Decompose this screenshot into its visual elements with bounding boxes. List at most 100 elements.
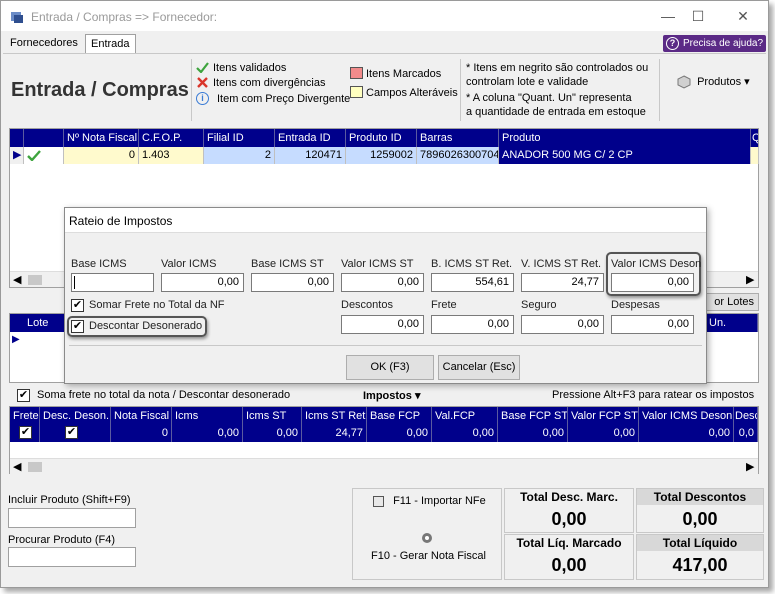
include-product-input[interactable] bbox=[8, 508, 136, 528]
cell-base-fcp[interactable]: 0,00 bbox=[367, 425, 432, 442]
import-nfe-button[interactable]: F11 - Importar NFe bbox=[373, 495, 486, 507]
help-button[interactable]: ? Precisa de ajuda? bbox=[663, 35, 766, 52]
descontos-input[interactable]: 0,00 bbox=[341, 315, 424, 334]
cell-icms-st-ret[interactable]: 24,77 bbox=[302, 425, 367, 442]
col-filial[interactable]: Filial ID bbox=[204, 129, 275, 147]
scroll-left-icon[interactable]: ◀ bbox=[13, 460, 21, 473]
b-icms-st-ret-input[interactable]: 554,61 bbox=[431, 273, 514, 292]
col-desc-deson[interactable]: Desc. Deson. bbox=[40, 407, 111, 425]
legend-marked: Itens Marcados bbox=[366, 68, 442, 80]
cell-valor-icms-deson[interactable]: 0,00 bbox=[639, 425, 734, 442]
col-produto[interactable]: Produto bbox=[499, 129, 751, 147]
tab-entrada[interactable]: Entrada bbox=[85, 34, 136, 53]
desc-deson-checkbox[interactable]: ✔ bbox=[65, 426, 78, 439]
col-frete[interactable]: Frete bbox=[10, 407, 40, 425]
scroll-right-icon[interactable]: ▶ bbox=[746, 273, 754, 286]
cell-filial[interactable]: 2 bbox=[204, 147, 275, 164]
minimize-button[interactable]: — bbox=[653, 5, 683, 27]
col-val-fcp[interactable]: Val.FCP bbox=[432, 407, 498, 425]
col-entrada[interactable]: Entrada ID bbox=[275, 129, 346, 147]
cancel-button[interactable]: Cancelar (Esc) bbox=[438, 355, 520, 380]
col-valor-icms-deson[interactable]: Valor ICMS Deson. bbox=[639, 407, 734, 425]
legend-validated: Itens validados bbox=[213, 62, 287, 74]
products-menu-button[interactable]: Produtos ▾ bbox=[677, 75, 750, 89]
col-un[interactable]: Un. bbox=[706, 314, 758, 332]
cell-cfop[interactable]: 1.403 bbox=[139, 147, 204, 164]
descontar-desonerado-checkbox[interactable]: ✔ bbox=[71, 320, 84, 333]
impostos-menu-button[interactable]: Impostos ▾ bbox=[363, 389, 421, 402]
ok-button[interactable]: OK (F3) bbox=[346, 355, 434, 380]
col-produto-id[interactable]: Produto ID bbox=[346, 129, 417, 147]
frete-input[interactable]: 0,00 bbox=[431, 315, 514, 334]
divider bbox=[460, 59, 461, 121]
col-valor-fcp-st[interactable]: Valor FCP ST bbox=[568, 407, 639, 425]
cell-nota[interactable]: 0 bbox=[64, 147, 139, 164]
table-row[interactable]: ✔ ✔ 0 0,00 0,00 24,77 0,00 0,00 0,00 0,0… bbox=[10, 425, 758, 442]
note-line-4: a quantidade de entrada em estoque bbox=[466, 106, 646, 118]
gerar-nota-button[interactable]: F10 - Gerar Nota Fiscal bbox=[371, 550, 486, 562]
cell-produto[interactable]: ANADOR 500 MG C/ 2 CP bbox=[499, 147, 751, 164]
cell-desc-deson[interactable]: ✔ bbox=[40, 425, 111, 442]
close-button[interactable]: ✕ bbox=[728, 5, 758, 27]
frete-checkbox[interactable]: ✔ bbox=[19, 426, 32, 439]
base-icms-st-input[interactable]: 0,00 bbox=[251, 273, 334, 292]
v-icms-st-ret-input[interactable]: 24,77 bbox=[521, 273, 604, 292]
col-barras[interactable]: Barras bbox=[417, 129, 499, 147]
col-icms-st-ret[interactable]: Icms ST Ret bbox=[302, 407, 367, 425]
table-row[interactable]: ▶ 0 1.403 2 120471 1259002 7896026300704… bbox=[10, 147, 759, 164]
base-icms-input[interactable] bbox=[71, 273, 154, 292]
valor-icms-deson-input[interactable]: 0,00 bbox=[611, 273, 694, 292]
x-icon bbox=[197, 77, 208, 88]
cell-barras[interactable]: 7896026300704 bbox=[417, 147, 499, 164]
scroll-left-icon[interactable]: ◀ bbox=[13, 273, 21, 286]
col-desc[interactable]: Desc bbox=[734, 407, 758, 425]
cell-frete[interactable]: ✔ bbox=[10, 425, 40, 442]
marked-swatch bbox=[350, 67, 363, 79]
lotes-button[interactable]: or Lotes bbox=[701, 293, 759, 311]
cell-q[interactable] bbox=[751, 147, 759, 164]
scroll-thumb[interactable] bbox=[28, 462, 42, 472]
cell-icms-st[interactable]: 0,00 bbox=[243, 425, 302, 442]
col-nota-fiscal[interactable]: Nota Fiscal bbox=[111, 407, 172, 425]
scroll-thumb[interactable] bbox=[28, 275, 42, 285]
note-line-1: * Itens em negrito são controlados ou bbox=[466, 62, 649, 74]
scroll-right-icon[interactable]: ▶ bbox=[746, 460, 754, 473]
col-base-fcp-st[interactable]: Base FCP ST bbox=[498, 407, 568, 425]
import-icon bbox=[373, 495, 384, 507]
sum-freight-label: Soma frete no total da nota / Descontar … bbox=[37, 389, 291, 401]
maximize-button[interactable]: ☐ bbox=[683, 5, 713, 27]
col-icms[interactable]: Icms bbox=[172, 407, 243, 425]
cell-desc[interactable]: 0,0 bbox=[734, 425, 758, 442]
tab-fornecedores[interactable]: Fornecedores bbox=[5, 34, 83, 53]
col-cfop[interactable]: C.F.O.P. bbox=[139, 129, 204, 147]
impostos-label: Impostos bbox=[363, 390, 412, 402]
cell-base-fcp-st[interactable]: 0,00 bbox=[498, 425, 568, 442]
row-status bbox=[24, 147, 64, 164]
col-nota[interactable]: Nº Nota Fiscal bbox=[64, 129, 139, 147]
valor-icms-input[interactable]: 0,00 bbox=[161, 273, 244, 292]
cell-nota-fiscal[interactable]: 0 bbox=[111, 425, 172, 442]
total-liq-marcado-label: Total Líq. Marcado bbox=[505, 535, 633, 551]
valor-icms-st-input[interactable]: 0,00 bbox=[341, 273, 424, 292]
somar-frete-checkbox[interactable]: ✔ bbox=[71, 299, 84, 312]
legend-changed-fields: Campos Alteráveis bbox=[366, 87, 458, 99]
horizontal-scrollbar[interactable]: ◀ ▶ bbox=[10, 458, 758, 474]
search-product-input[interactable] bbox=[8, 547, 136, 567]
tax-grid: Frete Desc. Deson. Nota Fiscal Icms Icms… bbox=[9, 406, 759, 474]
legend-divergent: Itens com divergências bbox=[213, 77, 326, 89]
seguro-input[interactable]: 0,00 bbox=[521, 315, 604, 334]
cell-val-fcp[interactable]: 0,00 bbox=[432, 425, 498, 442]
col-q[interactable]: Q bbox=[751, 129, 758, 147]
sum-freight-checkbox[interactable]: ✔ bbox=[17, 389, 30, 402]
col-base-fcp[interactable]: Base FCP bbox=[367, 407, 432, 425]
import-nfe-label: F11 - Importar NFe bbox=[393, 495, 486, 507]
cell-icms[interactable]: 0,00 bbox=[172, 425, 243, 442]
cell-valor-fcp-st[interactable]: 0,00 bbox=[568, 425, 639, 442]
total-liquido-value: 417,00 bbox=[672, 555, 728, 575]
cell-produto-id[interactable]: 1259002 bbox=[346, 147, 417, 164]
cell-entrada[interactable]: 120471 bbox=[275, 147, 346, 164]
ratear-hint: Pressione Alt+F3 para ratear os impostos bbox=[552, 389, 755, 401]
note-line-2: controlam lote e validade bbox=[466, 76, 589, 88]
despesas-input[interactable]: 0,00 bbox=[611, 315, 694, 334]
col-icms-st[interactable]: Icms ST bbox=[243, 407, 302, 425]
